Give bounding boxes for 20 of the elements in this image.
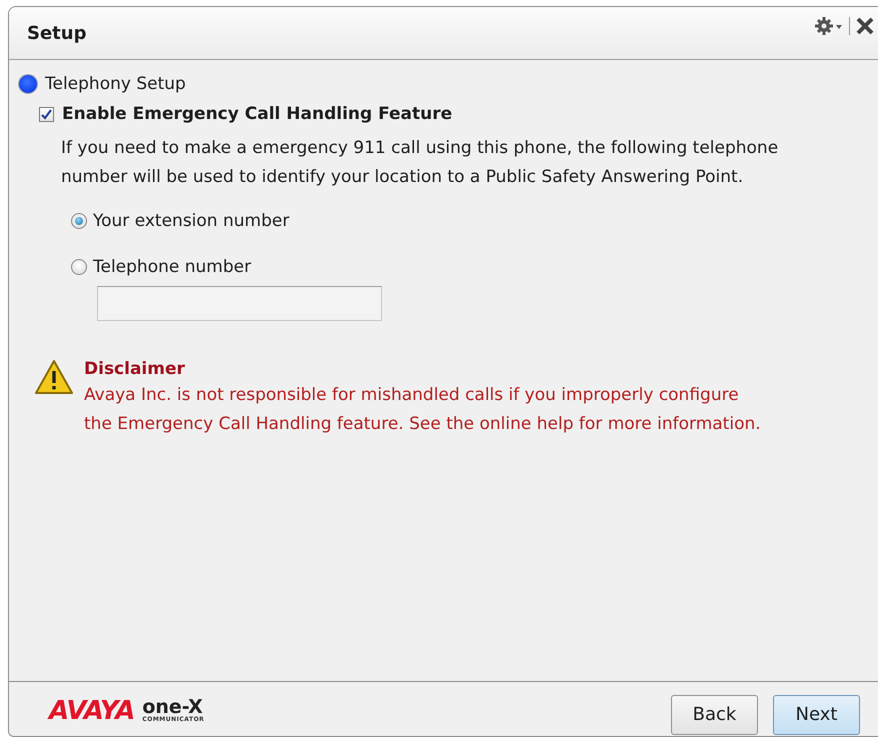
radio-button[interactable] (71, 213, 87, 229)
disclaimer-title: Disclaimer (84, 359, 186, 379)
checkbox-label[interactable]: Enable Emergency Call Handling Feature (62, 104, 452, 124)
back-button[interactable]: Back (671, 694, 758, 734)
logo-product: one-X (142, 698, 203, 717)
settings-icon[interactable] (815, 16, 843, 36)
description-text: If you need to make a emergency 911 call using this phone, the following telephone number will be used to identify your location to a Public Safety Answering Point. (61, 137, 780, 189)
warning-icon (34, 359, 74, 395)
radio-button[interactable] (71, 259, 87, 275)
close-icon[interactable] (856, 17, 874, 35)
checkbox[interactable] (39, 106, 54, 122)
window-title: Setup (27, 22, 88, 44)
radio-label[interactable]: Telephone number (93, 257, 252, 277)
telephone-number-field[interactable] (97, 286, 382, 321)
next-button[interactable]: Next (773, 694, 860, 734)
section-label: Telephony Setup (45, 74, 186, 94)
logo-brand: AVAYA (49, 696, 134, 726)
radio-label[interactable]: Your extension number (93, 211, 290, 231)
disclaimer-text: Avaya Inc. is not responsible for mishandled calls if you improperly configure the Emergency Call Handling feature. See the online help for more information. (84, 384, 762, 436)
status-dot (19, 75, 37, 93)
